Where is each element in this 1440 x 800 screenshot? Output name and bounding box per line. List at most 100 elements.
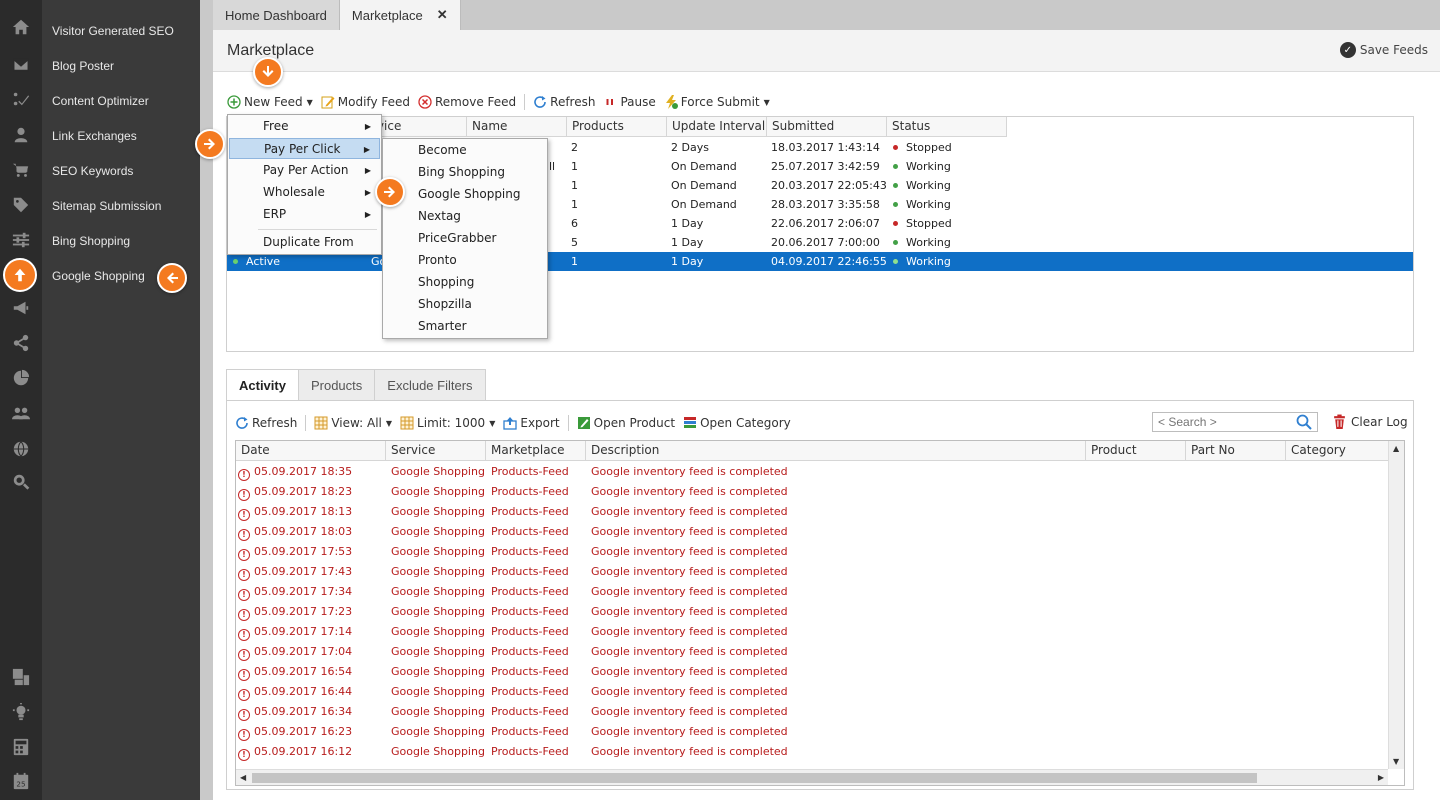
log-row[interactable]: ! 05.09.2017 18:03 Google Shopping Products… [236,522,1386,542]
search-gear-icon[interactable] [11,472,31,492]
log-row[interactable]: ! 05.09.2017 17:23 Google Shopping Products… [236,602,1386,622]
log-row[interactable]: ! 05.09.2017 17:43 Google Shopping Products… [236,562,1386,582]
remove-feed-button[interactable]: Remove Feed [418,95,516,109]
modify-feed-button[interactable]: Modify Feed [321,95,410,109]
submenu-item-become[interactable]: Become [384,140,546,161]
scroll-down-icon[interactable]: ▼ [1393,757,1399,766]
sidebar-item-bing-shopping[interactable]: Bing Shopping [52,234,130,248]
vertical-scrollbar[interactable]: ▲ ▼ [1388,441,1404,769]
scroll-right-icon[interactable]: ▶ [1378,773,1384,782]
log-row[interactable]: ! 05.09.2017 18:23 Google Shopping Products… [236,482,1386,502]
open-product-button[interactable]: Open Product [577,416,675,430]
share-icon[interactable] [11,333,31,353]
cart-icon[interactable] [11,160,31,180]
view-filter-dropdown[interactable]: View: All ▼ [314,416,392,430]
force-submit-button[interactable]: Force Submit ▼ [664,95,770,109]
log-row[interactable]: ! 05.09.2017 16:23 Google Shopping Products… [236,722,1386,742]
calculator-icon[interactable] [11,737,31,757]
column-header-service[interactable]: Service [386,441,486,461]
log-row[interactable]: ! 05.09.2017 16:44 Google Shopping Products… [236,682,1386,702]
toolbar-divider [567,415,569,431]
tab-home-dashboard[interactable]: Home Dashboard [213,0,340,30]
sidebar-item-content-optimizer[interactable]: Content Optimizer [52,94,149,108]
tab-exclude-filters[interactable]: Exclude Filters [375,369,486,401]
calendar-icon[interactable]: 25 [11,771,31,791]
column-header-description[interactable]: Description [586,441,1086,461]
column-header-date[interactable]: Date [236,441,386,461]
scroll-left-icon[interactable]: ◀ [240,773,246,782]
column-header-status[interactable]: Status [887,117,1007,137]
refresh-button[interactable]: Refresh [533,95,595,109]
upload-icon[interactable] [3,258,37,292]
submenu-item-pricegrabber[interactable]: PriceGrabber [384,228,546,249]
save-feeds-button[interactable]: ✓ Save Feeds [1339,42,1428,58]
sidebar-item-visitor-generated-seo[interactable]: Visitor Generated SEO [52,24,174,38]
log-row[interactable]: ! 05.09.2017 16:54 Google Shopping Products… [236,662,1386,682]
submenu-item-pronto[interactable]: Pronto [384,250,546,271]
search-icon[interactable] [1292,413,1316,431]
sidebar-item-blog-poster[interactable]: Blog Poster [52,59,114,73]
log-row[interactable]: ! 05.09.2017 16:12 Google Shopping Products… [236,742,1386,762]
globe-icon[interactable] [11,439,31,459]
column-header-marketplace[interactable]: Marketplace [486,441,586,461]
column-header-update-interval[interactable]: Update Interval [667,117,767,137]
menu-item-pay-per-action[interactable]: Pay Per Action ▶ [229,160,380,181]
scroll-up-icon[interactable]: ▲ [1393,444,1399,453]
user-icon[interactable] [11,125,31,145]
log-row[interactable]: ! 05.09.2017 18:13 Google Shopping Products… [236,502,1386,522]
lightbulb-icon[interactable] [11,702,31,722]
megaphone-icon[interactable] [11,298,31,318]
submenu-item-bing-shopping[interactable]: Bing Shopping [384,162,546,183]
column-header-submitted[interactable]: Submitted [767,117,887,137]
submenu-item-shopping[interactable]: Shopping [384,272,546,293]
menu-item-erp[interactable]: ERP ▶ [229,204,380,225]
column-header-part-no[interactable]: Part No [1186,441,1286,461]
log-row[interactable]: ! 05.09.2017 18:35 Google Shopping Products… [236,462,1386,482]
pause-button[interactable]: Pause [603,95,656,109]
tab-products[interactable]: Products [298,369,376,401]
cell-products: 5 [571,236,578,249]
sidebar-item-link-exchanges[interactable]: Link Exchanges [52,129,137,143]
export-button[interactable]: Export [503,416,560,430]
log-row[interactable]: ! 05.09.2017 16:34 Google Shopping Products… [236,702,1386,722]
submenu-item-shopzilla[interactable]: Shopzilla [384,294,546,315]
cell-status: Stopped [893,138,952,157]
column-header-products[interactable]: Products [567,117,667,137]
tag-icon[interactable] [11,195,31,215]
column-header-product[interactable]: Product [1086,441,1186,461]
column-header-category[interactable]: Category [1286,441,1390,461]
tab-activity[interactable]: Activity [226,369,299,401]
log-row[interactable]: ! 05.09.2017 17:34 Google Shopping Products… [236,582,1386,602]
submenu-item-smarter[interactable]: Smarter [384,316,546,337]
column-header-name[interactable]: Name [467,117,567,137]
log-row[interactable]: ! 05.09.2017 17:14 Google Shopping Products… [236,622,1386,642]
limit-dropdown[interactable]: Limit: 1000 ▼ [400,416,495,430]
sidebar-item-sitemap-submission[interactable]: Sitemap Submission [52,199,161,213]
submenu-item-nextag[interactable]: Nextag [384,206,546,227]
log-row[interactable]: ! 05.09.2017 17:53 Google Shopping Products… [236,542,1386,562]
log-row[interactable]: ! 05.09.2017 17:04 Google Shopping Products… [236,642,1386,662]
menu-item-duplicate-from[interactable]: Duplicate From [229,232,380,253]
open-category-button[interactable]: Open Category [683,416,791,430]
menu-item-free[interactable]: Free ▶ [229,116,380,137]
clear-log-button[interactable]: Clear Log [1332,414,1408,429]
sidebar-item-google-shopping[interactable]: Google Shopping [52,269,145,283]
tab-marketplace[interactable]: Marketplace ✕ [339,0,461,30]
horizontal-scroll-thumb[interactable] [252,773,1257,783]
sidebar-item-seo-keywords[interactable]: SEO Keywords [52,164,133,178]
activity-refresh-button[interactable]: Refresh [235,416,297,430]
submenu-item-google-shopping[interactable]: Google Shopping [384,184,546,205]
horizontal-scrollbar[interactable]: ◀ ▶ [236,769,1388,785]
sliders-icon[interactable] [11,230,31,250]
date-text: 05.09.2017 17:34 [254,585,353,598]
menu-item-wholesale[interactable]: Wholesale ▶ [229,182,380,203]
checklist-icon[interactable] [11,89,31,109]
users-icon[interactable] [11,403,31,423]
menu-item-pay-per-click[interactable]: Pay Per Click ▶ [229,138,380,159]
close-icon[interactable]: ✕ [437,7,448,23]
pie-chart-icon[interactable] [11,368,31,388]
home-icon[interactable] [11,17,31,37]
mail-icon[interactable] [11,55,31,75]
dashboard-icon[interactable] [11,667,31,687]
new-feed-button[interactable]: New Feed ▼ [227,95,313,109]
